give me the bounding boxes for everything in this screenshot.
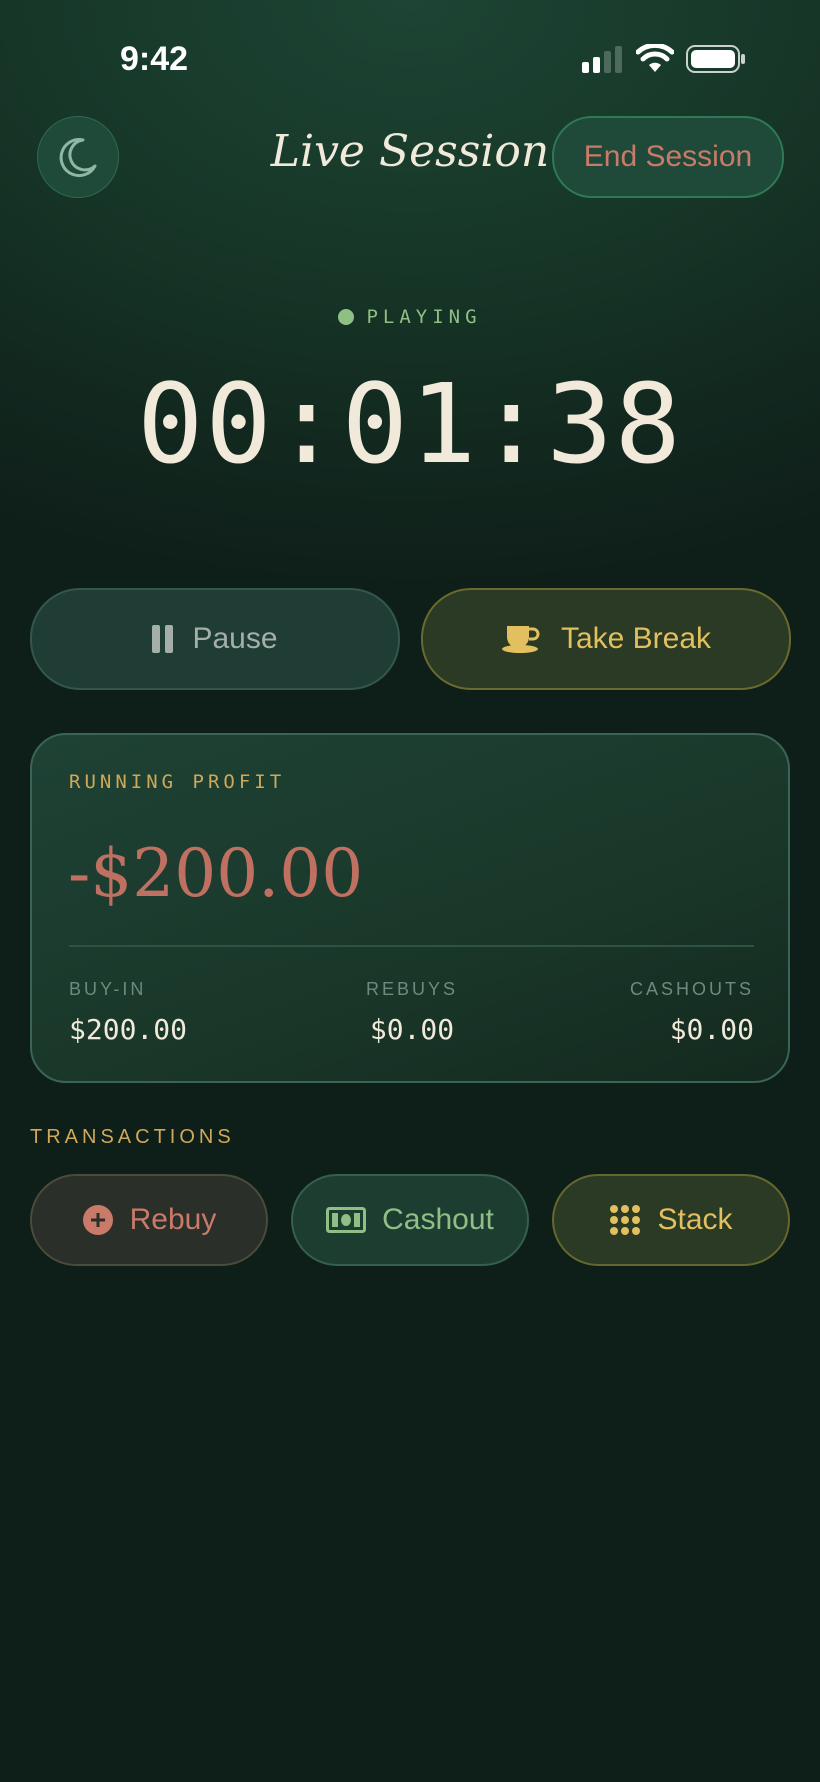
cashout-button[interactable]: Cashout — [291, 1174, 529, 1266]
banknote-icon — [326, 1207, 367, 1233]
end-session-button[interactable]: End Session — [552, 116, 784, 198]
moon-icon — [59, 138, 97, 178]
pause-button[interactable]: Pause — [30, 588, 400, 690]
buy-in-value: $200.00 — [69, 1013, 188, 1046]
take-break-button[interactable]: Take Break — [421, 588, 791, 690]
status-label: PLAYING — [366, 306, 482, 328]
pause-icon — [152, 625, 174, 653]
running-profit-value: -$200.00 — [68, 835, 364, 912]
running-profit-card: RUNNING PROFIT -$200.00 BUY-IN $200.00 R… — [30, 733, 790, 1083]
wifi-icon — [636, 44, 674, 72]
status-dot — [338, 309, 355, 325]
transactions-heading: TRANSACTIONS — [30, 1126, 235, 1148]
rebuy-button[interactable]: Rebuy — [30, 1174, 268, 1266]
battery-icon — [686, 45, 745, 73]
rebuys-label: REBUYS — [365, 979, 459, 999]
status-time: 9:42 — [120, 40, 189, 78]
coffee-cup-icon — [501, 626, 540, 653]
session-status: PLAYING — [0, 306, 820, 328]
cashout-label: Cashout — [382, 1203, 494, 1236]
rebuy-label: Rebuy — [129, 1203, 217, 1236]
buy-in-label: BUY-IN — [69, 979, 147, 999]
rebuys-value: $0.00 — [369, 1013, 455, 1046]
theme-toggle-button[interactable] — [37, 116, 119, 198]
session-timer: 00:01:38 — [137, 360, 683, 488]
cashouts-label: CASHOUTS — [629, 979, 754, 999]
take-break-label: Take Break — [560, 622, 712, 655]
running-profit-label: RUNNING PROFIT — [69, 771, 286, 793]
card-divider — [69, 945, 754, 947]
signal-icon — [582, 46, 622, 73]
cashouts-value: $0.00 — [669, 1013, 754, 1046]
pause-label: Pause — [192, 622, 278, 655]
stack-button[interactable]: Stack — [552, 1174, 790, 1266]
grid-dots-icon — [610, 1205, 641, 1235]
stack-label: Stack — [657, 1203, 733, 1236]
plus-circle-icon — [82, 1205, 113, 1235]
page-title: Live Session — [270, 126, 550, 177]
